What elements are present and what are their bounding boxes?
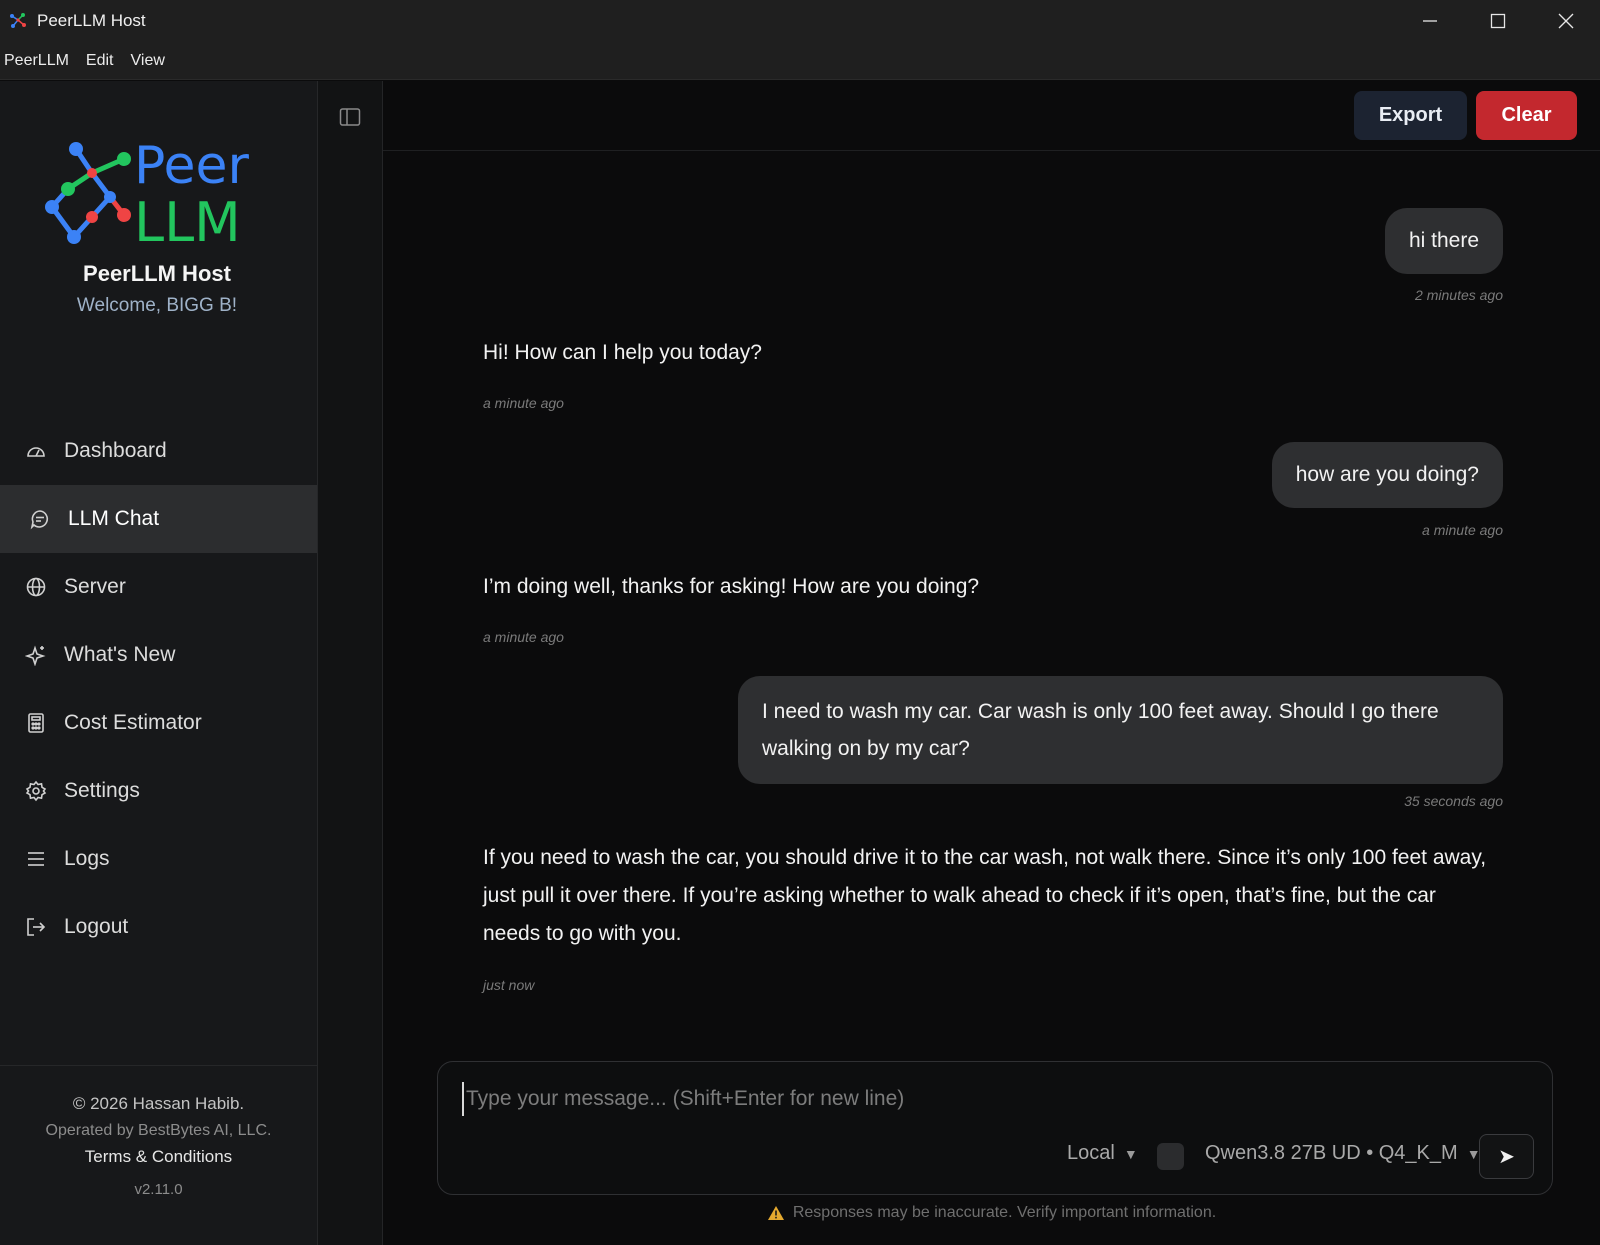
assistant-message: If you need to wash the car, you should … xyxy=(483,846,1487,945)
option-checkbox[interactable] xyxy=(1157,1143,1184,1170)
disclaimer-text: Responses may be inaccurate. Verify impo… xyxy=(792,1204,1217,1221)
message-composer: Local ▼ Qwen3.8 27B UD • Q4_K_M ▼ ➤ xyxy=(437,1061,1553,1195)
maximize-icon xyxy=(1490,13,1506,29)
sparkle-icon xyxy=(25,644,47,666)
sidebar-item-server[interactable]: Server xyxy=(0,553,317,621)
gear-icon xyxy=(25,780,47,802)
user-message: I need to wash my car. Car wash is only … xyxy=(738,676,1503,784)
user-message: how are you doing? xyxy=(1271,442,1503,508)
clear-button[interactable]: Clear xyxy=(1476,91,1577,140)
message-timestamp: just now xyxy=(483,977,535,993)
maximize-button[interactable] xyxy=(1464,0,1532,42)
copyright-text: © 2026 Hassan Habib. xyxy=(72,1094,245,1113)
sidebar-item-label: Dashboard xyxy=(64,439,167,462)
sidebar: Peer LLM PeerLLM Host Welcome, BIGG B! D… xyxy=(0,81,318,1245)
gauge-icon xyxy=(25,440,47,462)
sidebar-title: PeerLLM Host xyxy=(83,261,231,286)
window-title: PeerLLM Host xyxy=(37,11,146,30)
sidebar-item-settings[interactable]: Settings xyxy=(0,757,317,825)
sidebar-item-logs[interactable]: Logs xyxy=(0,825,317,893)
window-controls xyxy=(1396,0,1600,42)
chat-panel: Export Clear hi there 2 minutes ago Hi! … xyxy=(383,81,1600,1245)
sidebar-item-whats-new[interactable]: What's New xyxy=(0,621,317,689)
message-timestamp: 2 minutes ago xyxy=(1415,287,1503,303)
logout-icon xyxy=(25,916,47,938)
sidebar-item-label: Logout xyxy=(64,915,129,938)
sidebar-item-dashboard[interactable]: Dashboard xyxy=(0,417,317,485)
disclaimer: Responses may be inaccurate. Verify impo… xyxy=(383,1204,1600,1222)
sidebar-footer: © 2026 Hassan Habib. Operated by BestByt… xyxy=(0,1065,317,1245)
version-label: v2.11.0 xyxy=(134,1181,183,1198)
chat-bubble-icon xyxy=(29,508,51,530)
logo-text-llm: LLM xyxy=(134,191,241,247)
calculator-icon xyxy=(25,712,47,734)
sidebar-item-label: LLM Chat xyxy=(68,507,160,530)
assistant-message: Hi! How can I help you today? xyxy=(483,341,762,364)
minimize-button[interactable] xyxy=(1396,0,1464,42)
peerllm-logo: Peer LLM xyxy=(45,137,249,247)
sidebar-toggle-icon[interactable] xyxy=(339,107,361,127)
message-timestamp: a minute ago xyxy=(1422,522,1503,538)
sidebar-item-logout[interactable]: Logout xyxy=(0,893,317,961)
warning-icon xyxy=(767,1206,784,1220)
terms-link[interactable]: Terms & Conditions xyxy=(0,1147,317,1167)
message-timestamp: 35 seconds ago xyxy=(1404,793,1503,809)
message-timestamp: a minute ago xyxy=(483,395,564,411)
user-message: hi there xyxy=(1384,208,1503,274)
menu-edit[interactable]: Edit xyxy=(82,52,123,70)
assistant-message: I’m doing well, thanks for asking! How a… xyxy=(483,575,980,598)
menu-view[interactable]: View xyxy=(127,52,174,70)
minimize-icon xyxy=(1423,20,1437,22)
model-dropdown[interactable]: Qwen3.8 27B UD • Q4_K_M ▼ xyxy=(1205,1142,1481,1165)
sidebar-toggle-column xyxy=(318,81,383,1245)
sidebar-nav: Dashboard LLM Chat Server What's New Cos… xyxy=(0,417,317,961)
welcome-text: Welcome, BIGG B! xyxy=(76,295,238,316)
sidebar-item-cost-estimator[interactable]: Cost Estimator xyxy=(0,689,317,757)
model-value: Qwen3.8 27B UD • Q4_K_M xyxy=(1205,1142,1458,1164)
sidebar-item-label: Logs xyxy=(64,847,110,870)
send-icon: ➤ xyxy=(1498,1146,1515,1168)
sidebar-item-label: What's New xyxy=(64,643,176,666)
mode-dropdown[interactable]: Local ▼ xyxy=(1067,1142,1138,1165)
close-window-button[interactable] xyxy=(1532,0,1600,42)
message-timestamp: a minute ago xyxy=(483,629,564,645)
logo-text-peer: Peer xyxy=(134,137,249,196)
app-logo-icon xyxy=(10,13,26,28)
menu-lines-icon xyxy=(25,848,47,870)
title-bar: PeerLLM Host xyxy=(0,0,1600,42)
operated-by-text: Operated by BestBytes AI, LLC. xyxy=(45,1122,272,1139)
menu-peerllm[interactable]: PeerLLM xyxy=(0,52,78,70)
mode-value: Local xyxy=(1067,1142,1115,1164)
sidebar-item-label: Cost Estimator xyxy=(64,711,202,734)
chevron-down-icon: ▼ xyxy=(1123,1145,1138,1162)
send-button[interactable]: ➤ xyxy=(1479,1134,1534,1179)
sidebar-item-llm-chat[interactable]: LLM Chat xyxy=(0,485,317,553)
sidebar-item-label: Settings xyxy=(64,779,140,802)
globe-icon xyxy=(25,576,47,598)
message-input[interactable] xyxy=(462,1082,1522,1116)
sidebar-item-label: Server xyxy=(64,575,126,598)
export-button[interactable]: Export xyxy=(1354,91,1467,140)
menu-bar: PeerLLM Edit View xyxy=(0,42,1600,80)
close-icon xyxy=(1558,13,1574,29)
chat-header: Export Clear xyxy=(383,81,1600,151)
